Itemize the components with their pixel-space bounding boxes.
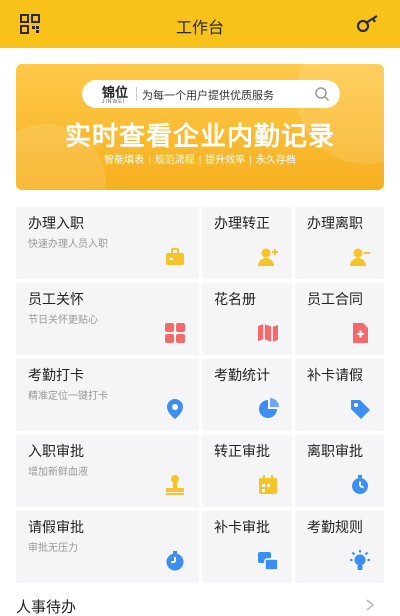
grid-card-label: 考勤打卡 bbox=[28, 367, 84, 383]
pie-chart-icon bbox=[259, 398, 279, 418]
grid-card[interactable]: 考勤统计 bbox=[202, 359, 292, 431]
banner-tag: 永久存档 bbox=[255, 155, 296, 166]
grid-card-label: 转正审批 bbox=[214, 443, 270, 459]
alarm-clock-icon bbox=[352, 475, 368, 494]
banner-tags: 智能填表 | 规范流程 | 提升效率 | 永久存档 bbox=[16, 151, 384, 166]
grid-card-label: 办理转正 bbox=[214, 215, 270, 231]
page-title: 工作台 bbox=[175, 20, 224, 37]
grid-card[interactable]: 转正审批 bbox=[202, 435, 292, 507]
user-add-icon bbox=[258, 248, 278, 266]
stopwatch-icon bbox=[166, 551, 184, 571]
grid-card-subtitle: 增加新鲜血液 bbox=[28, 467, 88, 478]
calendar-icon bbox=[259, 475, 277, 494]
tag-icon bbox=[351, 400, 370, 419]
grid-card-subtitle: 精准定位一键打卡 bbox=[28, 391, 108, 402]
grid-card-label: 入职审批 bbox=[28, 443, 84, 459]
grid-card-subtitle: 审批无压力 bbox=[28, 543, 78, 554]
book-icon bbox=[258, 324, 278, 342]
grid-card-label: 考勤规则 bbox=[307, 519, 363, 535]
location-icon bbox=[167, 399, 183, 419]
divider: | bbox=[249, 155, 252, 166]
grid-card[interactable]: 办理离职 bbox=[295, 207, 384, 279]
grid-card[interactable]: 离职审批 bbox=[295, 435, 384, 507]
grid-card[interactable]: 补卡请假 bbox=[295, 359, 384, 431]
contract-icon bbox=[353, 323, 368, 343]
top-bar: 工作台 bbox=[0, 0, 400, 48]
divider: | bbox=[198, 155, 202, 166]
grid-card-label: 补卡审批 bbox=[214, 519, 270, 535]
grid-card[interactable]: 员工合同 bbox=[295, 283, 384, 355]
promo-banner[interactable]: 锦位 JINWEI 为每一个用户提供优质服务 实时查看企业内勤记录 智能填表 | 规… bbox=[16, 64, 384, 190]
grid-card[interactable]: 考勤打卡精准定位一键打卡 bbox=[16, 359, 199, 431]
banner-headline: 实时查看企业内勤记录 bbox=[64, 121, 335, 151]
grid-card[interactable]: 考勤规则 bbox=[295, 511, 384, 583]
grid-card-label: 请假审批 bbox=[28, 519, 84, 535]
grid-card-label: 离职审批 bbox=[307, 443, 363, 459]
grid-card[interactable]: 办理转正 bbox=[202, 207, 292, 279]
banner-tag: 提升效率 bbox=[205, 155, 246, 166]
grid-card-label: 补卡请假 bbox=[307, 367, 363, 383]
grid-card[interactable]: 请假审批 审批无压力 bbox=[16, 511, 199, 583]
brand-logo: 锦位 bbox=[102, 85, 129, 100]
brand-logo-sub: JINWEI bbox=[102, 99, 125, 105]
search-icon[interactable] bbox=[314, 86, 330, 102]
grid-card[interactable]: 办理入职快速办理人员入职 bbox=[16, 207, 199, 279]
grid-card-subtitle: 快速办理人员入职 bbox=[28, 239, 108, 250]
grid-card-label: 考勤统计 bbox=[214, 367, 270, 383]
grid-card[interactable]: 补卡审批 bbox=[202, 511, 292, 583]
key-icon[interactable] bbox=[356, 14, 380, 34]
chevron-right-icon[interactable] bbox=[364, 598, 376, 612]
grid-card-label: 花名册 bbox=[214, 291, 256, 307]
grid-card-label: 办理入职 bbox=[28, 215, 84, 231]
grid-card-label: 员工关怀 bbox=[28, 291, 84, 307]
grid-card[interactable]: 员工关怀节日关怀更贴心 bbox=[16, 283, 199, 355]
grid-card-subtitle: 节日关怀更贴心 bbox=[28, 315, 98, 326]
section-title: 人事待办 bbox=[16, 599, 77, 616]
bulb-icon bbox=[350, 550, 370, 570]
grid-card[interactable]: 入职审批增加新鲜血液 bbox=[16, 435, 199, 507]
grid-card[interactable]: 花名册 bbox=[202, 283, 292, 355]
grid-apps-icon bbox=[165, 323, 185, 343]
divider bbox=[136, 87, 137, 101]
search-bar[interactable]: 锦位 JINWEI 为每一个用户提供优质服务 bbox=[82, 80, 340, 108]
stamp-icon bbox=[166, 475, 184, 495]
grid-card-label: 员工合同 bbox=[307, 291, 363, 307]
grid-card-label: 办理离职 bbox=[307, 215, 363, 231]
user-remove-icon bbox=[350, 248, 370, 266]
banner-tag: 智能填表 bbox=[104, 155, 145, 166]
banner-tag: 规范流程 bbox=[154, 155, 195, 166]
briefcase-icon bbox=[166, 248, 184, 265]
divider: | bbox=[148, 155, 151, 166]
banner-slogan: 为每一个用户提供优质服务 bbox=[142, 90, 274, 102]
cards-icon bbox=[258, 552, 279, 571]
